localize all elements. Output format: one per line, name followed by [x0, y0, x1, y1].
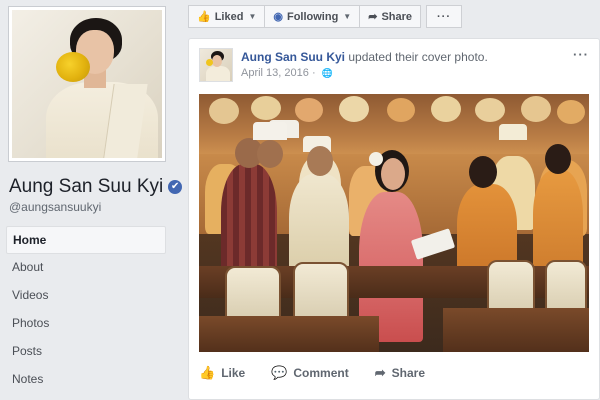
following-button[interactable]: ◉ Following ▼	[264, 5, 361, 28]
nav-item-about[interactable]: About	[6, 254, 166, 282]
share-page-label: Share	[381, 10, 413, 23]
post-header: Aung San Suu Kyi updated their cover pho…	[241, 50, 488, 64]
meta-separator: ·	[311, 67, 319, 79]
share-label: Share	[391, 366, 425, 380]
chevron-down-icon: ▼	[343, 12, 352, 21]
post-action-text: updated their cover photo.	[348, 50, 488, 64]
page-name-text[interactable]: Aung San Suu Kyi	[9, 176, 163, 198]
nav-item-posts[interactable]: Posts	[6, 338, 166, 366]
page-action-bar: 👍 Liked ▼ ◉ Following ▼ ➦ Share ···	[188, 5, 463, 28]
post-date[interactable]: April 13, 2016	[241, 67, 309, 79]
post-meta: April 13, 2016 · 🌐	[241, 67, 333, 79]
post-options-button[interactable]: ···	[573, 47, 589, 62]
nav-item-photos[interactable]: Photos	[6, 310, 166, 338]
post-author-link[interactable]: Aung San Suu Kyi	[241, 50, 345, 64]
comment-icon: 💬	[271, 365, 288, 380]
comment-label: Comment	[293, 366, 349, 380]
profile-picture[interactable]	[8, 6, 166, 162]
thumbs-up-icon: 👍	[199, 365, 216, 380]
rss-icon: ◉	[273, 11, 283, 23]
liked-label: Liked	[214, 10, 244, 23]
chevron-down-icon: ▼	[248, 12, 257, 21]
globe-icon: 🌐	[321, 68, 333, 78]
more-options-button[interactable]: ···	[426, 5, 463, 28]
verified-icon: ✔	[168, 180, 183, 194]
post-avatar[interactable]	[199, 48, 233, 82]
post-card: Aung San Suu Kyi updated their cover pho…	[188, 38, 600, 400]
like-label: Like	[221, 366, 246, 380]
profile-photo-image	[12, 10, 162, 158]
nav-item-notes[interactable]: Notes	[6, 366, 166, 394]
comment-button[interactable]: 💬 Comment	[271, 365, 349, 381]
page-nav: Home About Videos Photos Posts Notes	[6, 226, 166, 394]
like-button[interactable]: 👍 Like	[199, 365, 245, 381]
share-button[interactable]: ➦ Share	[375, 365, 425, 381]
nav-item-home[interactable]: Home	[6, 226, 166, 254]
left-column: Aung San Suu Kyi ✔ @aungsansuukyi Home A…	[0, 0, 183, 400]
cover-photo[interactable]	[199, 94, 589, 352]
share-page-button[interactable]: ➦ Share	[359, 5, 422, 28]
nav-item-videos[interactable]: Videos	[6, 282, 166, 310]
post-actions: 👍 Like 💬 Comment ➦ Share	[199, 365, 589, 381]
thumbs-up-icon: 👍	[197, 11, 211, 23]
share-arrow-icon: ➦	[368, 11, 378, 23]
page-handle[interactable]: @aungsansuukyi	[9, 200, 101, 214]
liked-button[interactable]: 👍 Liked ▼	[188, 5, 266, 28]
page-title[interactable]: Aung San Suu Kyi ✔	[9, 176, 183, 198]
flower-icon	[56, 52, 90, 82]
following-label: Following	[286, 10, 339, 23]
share-arrow-icon: ➦	[374, 365, 386, 380]
